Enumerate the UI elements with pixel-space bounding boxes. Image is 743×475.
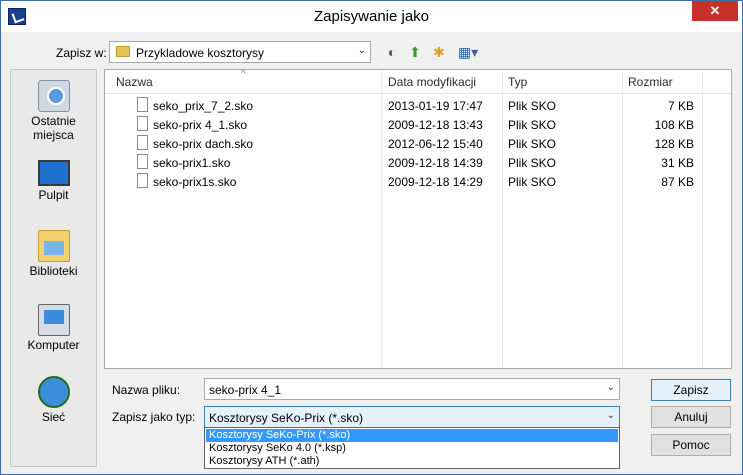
column-header-name[interactable]: Nazwa: [116, 75, 153, 89]
place-recent[interactable]: Ostatnie miejsca: [11, 80, 96, 142]
filename-input[interactable]: seko-prix 4_1 ⌄: [204, 378, 620, 400]
computer-icon: [37, 304, 70, 336]
window-title: Zapisywanie jako: [313, 8, 430, 25]
desktop-icon: [37, 160, 70, 186]
file-date: 2009-12-18 14:29: [388, 175, 483, 189]
chevron-down-icon: ⌄: [357, 45, 366, 56]
file-icon: [137, 135, 148, 150]
file-date: 2012-06-12 15:40: [388, 137, 483, 151]
place-label: Biblioteki: [29, 264, 78, 278]
view-menu-icon[interactable]: ▦▾: [454, 43, 482, 61]
filetype-select[interactable]: Kosztorysy SeKo-Prix (*.sko) ⌄: [204, 406, 620, 428]
cancel-button[interactable]: Anuluj: [651, 406, 731, 428]
new-folder-icon[interactable]: ✱: [430, 43, 448, 61]
file-type: Plik SKO: [508, 175, 557, 189]
file-size: 31 KB: [661, 156, 694, 170]
filename-label: Nazwa pliku:: [112, 383, 181, 397]
file-list-header: ^ Nazwa Data modyfikacji Typ Rozmiar: [105, 68, 731, 94]
column-header-date[interactable]: Data modyfikacji: [388, 75, 476, 89]
file-type: Plik SKO: [508, 137, 557, 151]
file-date: 2009-12-18 14:39: [388, 156, 483, 170]
table-row[interactable]: seko-prix dach.sko 2012-06-12 15:40 Plik…: [105, 134, 731, 153]
network-icon: [37, 376, 70, 408]
file-size: 7 KB: [667, 99, 694, 113]
help-button[interactable]: Pomoc: [651, 434, 731, 456]
file-size: 108 KB: [654, 118, 694, 132]
folder-icon: [116, 46, 130, 57]
file-name: seko-prix1.sko: [153, 156, 231, 170]
filetype-option-ath[interactable]: Kosztorysy ATH (*.ath): [206, 455, 618, 468]
up-folder-icon[interactable]: ⬆: [406, 43, 424, 61]
filetype-value: Kosztorysy SeKo-Prix (*.sko): [209, 411, 364, 425]
save-in-value: Przykladowe kosztorysy: [136, 46, 265, 60]
file-type: Plik SKO: [508, 99, 557, 113]
save-button[interactable]: Zapisz: [651, 379, 731, 401]
table-row[interactable]: seko-prix1.sko 2009-12-18 14:39 Plik SKO…: [105, 153, 731, 172]
file-name: seko_prix_7_2.sko: [153, 99, 254, 113]
place-network[interactable]: Sieć: [11, 376, 96, 424]
chevron-down-icon[interactable]: ⌄: [607, 382, 615, 393]
save-in-combo[interactable]: Przykladowe kosztorysy ⌄: [109, 41, 371, 63]
file-icon: [137, 116, 148, 131]
place-desktop[interactable]: Pulpit: [11, 156, 96, 202]
table-row[interactable]: seko-prix 4_1.sko 2009-12-18 13:43 Plik …: [105, 115, 731, 134]
place-label: Sieć: [41, 410, 66, 424]
file-size: 87 KB: [661, 175, 694, 189]
recent-places-icon: [37, 80, 70, 112]
place-label-2: miejsca: [33, 128, 74, 142]
filetype-option-sko[interactable]: Kosztorysy SeKo-Prix (*.sko): [206, 429, 618, 442]
file-type: Plik SKO: [508, 156, 557, 170]
file-date: 2013-01-19 17:47: [388, 99, 483, 113]
places-bar: Ostatnie miejsca Pulpit Biblioteki Kompu…: [10, 69, 97, 467]
table-row[interactable]: seko-prix1s.sko 2009-12-18 14:29 Plik SK…: [105, 172, 731, 191]
table-row[interactable]: seko_prix_7_2.sko 2013-01-19 17:47 Plik …: [105, 96, 731, 115]
filetype-option-ksp[interactable]: Kosztorysy SeKo 4.0 (*.ksp): [206, 442, 618, 455]
filename-value: seko-prix 4_1: [209, 383, 282, 397]
place-label: Komputer: [27, 338, 80, 352]
file-name: seko-prix dach.sko: [153, 137, 254, 151]
save-in-label: Zapisz w:: [56, 46, 107, 60]
file-icon: [137, 97, 148, 112]
sort-ascending-icon: ^: [241, 68, 246, 78]
column-header-size[interactable]: Rozmiar: [628, 75, 673, 89]
file-type: Plik SKO: [508, 118, 557, 132]
file-date: 2009-12-18 13:43: [388, 118, 483, 132]
file-list[interactable]: ^ Nazwa Data modyfikacji Typ Rozmiar sek…: [104, 68, 732, 369]
file-icon: [137, 173, 148, 188]
title-bar[interactable]: Zapisywanie jako ✕: [1, 1, 742, 32]
file-name: seko-prix1s.sko: [153, 175, 237, 189]
file-name: seko-prix 4_1.sko: [153, 118, 248, 132]
libraries-icon: [37, 230, 70, 262]
file-icon: [137, 154, 148, 169]
close-button[interactable]: ✕: [692, 1, 738, 21]
chevron-down-icon: ⌄: [606, 410, 615, 421]
place-label: Ostatnie: [31, 114, 76, 128]
place-libraries[interactable]: Biblioteki: [11, 230, 96, 278]
back-icon[interactable]: ◐: [383, 43, 401, 61]
filetype-label: Zapisz jako typ:: [112, 410, 196, 424]
place-label: Pulpit: [38, 188, 69, 202]
save-as-dialog: Zapisywanie jako ✕ Zapisz w: Przykladowe…: [0, 0, 743, 475]
file-size: 128 KB: [654, 137, 694, 151]
place-computer[interactable]: Komputer: [11, 304, 96, 352]
column-header-type[interactable]: Typ: [508, 75, 527, 89]
filetype-dropdown-list: Kosztorysy SeKo-Prix (*.sko) Kosztorysy …: [204, 427, 620, 469]
